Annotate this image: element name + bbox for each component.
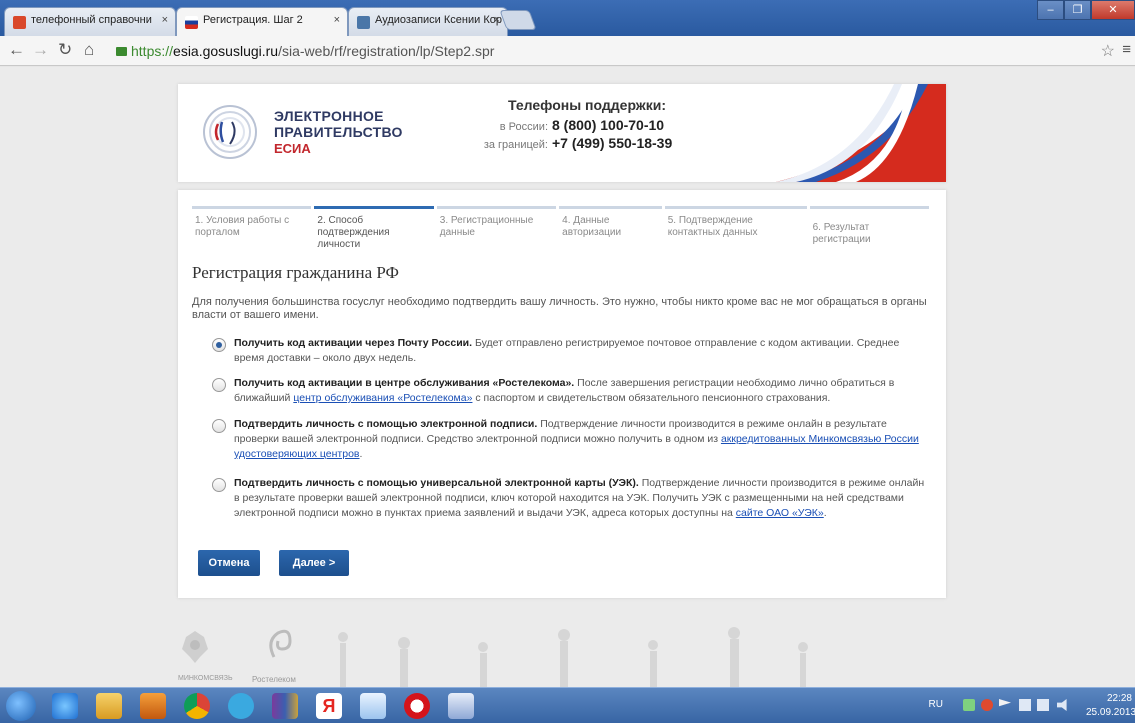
url-scheme: https://	[131, 43, 174, 59]
opera-icon[interactable]	[404, 693, 430, 719]
uec-site-link[interactable]: сайте ОАО «УЭК»	[736, 507, 824, 519]
esia-emblem-icon	[203, 105, 257, 159]
logo-text-line2: ПРАВИТЕЛЬСТВО	[274, 124, 403, 140]
close-tab-icon[interactable]: ×	[494, 14, 500, 26]
network-icon[interactable]	[963, 699, 975, 711]
logo-text-esia: ЕСИА	[274, 141, 311, 156]
radio-electronic-signature[interactable]	[212, 419, 226, 433]
coat-of-arms-icon[interactable]	[178, 627, 212, 665]
rostelecom-logo-icon[interactable]	[268, 627, 294, 667]
cancel-button[interactable]: Отмена	[198, 550, 260, 576]
option-electronic-signature[interactable]: Подтвердить личность с помощью электронн…	[208, 417, 928, 463]
step-3: 3. Регистрационные данные	[436, 206, 557, 246]
option-russian-post[interactable]: Получить код активации через Почту Росси…	[208, 336, 928, 366]
star-icon[interactable]: ☆	[1101, 41, 1115, 61]
tab-strip: телефонный справочни × Регистрация. Шаг …	[0, 0, 1135, 36]
phone-number: +7 (499) 550-18-39	[552, 135, 673, 151]
minimize-icon[interactable]: –	[1037, 0, 1064, 20]
russia-flag-favicon-icon	[185, 16, 198, 29]
intro-text: Для получения большинства госуслуг необх…	[192, 296, 927, 321]
new-tab-button[interactable]	[499, 10, 537, 30]
forward-icon[interactable]: →	[32, 40, 49, 60]
lock-icon	[116, 47, 127, 56]
support-phone-abroad: за границей: +7 (499) 550-18-39	[483, 135, 673, 151]
window-controls: – ❐ ✕	[1037, 0, 1135, 22]
word-icon[interactable]	[448, 693, 474, 719]
footer-logo1-text: МИНКОМСВЯЗЬ	[178, 675, 233, 682]
ie-icon[interactable]	[52, 693, 78, 719]
tab-title: телефонный справочни	[31, 14, 152, 26]
option-text: Подтвердить личность с помощью электронн…	[234, 418, 919, 460]
winrar-icon[interactable]	[272, 693, 298, 719]
step-4: 4. Данные авторизации	[559, 206, 662, 246]
clock[interactable]: 22:28 25.09.2013	[1086, 692, 1135, 720]
footer-silhouettes-decoration	[338, 627, 808, 687]
language-indicator[interactable]: RU	[929, 699, 943, 710]
maximize-icon[interactable]: ❐	[1064, 0, 1091, 20]
flag-tray-icon[interactable]	[999, 699, 1011, 707]
skype-icon[interactable]	[228, 693, 254, 719]
next-button[interactable]: Далее >	[279, 550, 349, 576]
radio-uec-card[interactable]	[212, 478, 226, 492]
close-icon[interactable]: ✕	[1091, 0, 1135, 20]
option-text: Подтвердить личность с помощью универсал…	[234, 477, 925, 519]
logo-text-line1: ЭЛЕКТРОННОЕ	[274, 108, 384, 124]
windows-taskbar: Я RU 22:28 25.09.2013	[0, 687, 1135, 723]
registration-card: 1. Условия работы с порталом 2. Способ п…	[178, 190, 946, 598]
address-bar[interactable]: https://esia.gosuslugi.ru/sia-web/rf/reg…	[116, 39, 1116, 63]
support-phone-russia: в России: 8 (800) 100-70-10	[499, 117, 665, 133]
yandex-icon[interactable]: Я	[316, 693, 342, 719]
yandex-favicon-icon	[13, 16, 26, 29]
back-icon[interactable]: ←	[8, 40, 25, 60]
windows-start-icon[interactable]	[6, 691, 36, 721]
tab-title: Регистрация. Шаг 2	[203, 14, 303, 26]
mail-icon[interactable]	[360, 693, 386, 719]
signal-icon[interactable]	[1037, 699, 1049, 711]
battery-icon[interactable]	[1019, 699, 1031, 711]
reload-icon[interactable]: ↻	[58, 40, 72, 60]
option-text: Получить код активации через Почту Росси…	[234, 337, 900, 364]
option-rostelecom-center[interactable]: Получить код активации в центре обслужив…	[208, 376, 928, 406]
url-path: /sia-web/rf/registration/lp/Step2.spr	[278, 43, 495, 59]
url-host: esia.gosuslugi.ru	[173, 43, 279, 59]
phone-number: 8 (800) 100-70-10	[552, 117, 665, 133]
explorer-icon[interactable]	[96, 693, 122, 719]
step-2-current: 2. Способ подтверждения личности	[314, 206, 434, 250]
flag-swoosh-decoration	[776, 84, 946, 182]
menu-icon[interactable]: ≡	[1122, 41, 1131, 58]
radio-rostelecom-center[interactable]	[212, 378, 226, 392]
support-title: Телефоны поддержки:	[508, 97, 667, 113]
option-text: Получить код активации в центре обслужив…	[234, 377, 895, 404]
page-content: ЭЛЕКТРОННОЕ ПРАВИТЕЛЬСТВО ЕСИА Телефоны …	[0, 67, 1135, 687]
site-header: ЭЛЕКТРОННОЕ ПРАВИТЕЛЬСТВО ЕСИА Телефоны …	[178, 84, 946, 182]
page-title: Регистрация гражданина РФ	[192, 263, 399, 282]
tab-audio-records[interactable]: Аудиозаписи Ксении Кор ×	[348, 7, 508, 36]
close-tab-icon[interactable]: ×	[162, 14, 168, 26]
media-icon[interactable]	[140, 693, 166, 719]
volume-icon[interactable]	[1057, 699, 1067, 711]
step-6: 6. Результат регистрации	[809, 206, 929, 246]
footer-logo2-text: Ростелеком	[252, 675, 296, 684]
tab-phone-directory[interactable]: телефонный справочни ×	[4, 7, 176, 36]
tab-registration-step2[interactable]: Регистрация. Шаг 2 ×	[176, 7, 348, 36]
step-5: 5. Подтверждение контактных данных	[664, 206, 807, 246]
close-tab-icon[interactable]: ×	[334, 14, 340, 26]
radio-russian-post[interactable]	[212, 338, 226, 352]
chrome-icon[interactable]	[184, 693, 210, 719]
vk-favicon-icon	[357, 16, 370, 29]
opera-tray-icon[interactable]	[981, 699, 993, 711]
step-1: 1. Условия работы с порталом	[192, 206, 312, 246]
home-icon[interactable]: ⌂	[84, 40, 94, 60]
option-uec-card[interactable]: Подтвердить личность с помощью универсал…	[208, 476, 928, 522]
browser-toolbar: ← → ↻ ⌂ https://esia.gosuslugi.ru/sia-we…	[0, 36, 1135, 66]
tab-title: Аудиозаписи Ксении Кор	[375, 14, 502, 26]
registration-steps: 1. Условия работы с порталом 2. Способ п…	[192, 206, 932, 250]
footer-logos: МИНКОМСВЯЗЬ Ростелеком	[178, 627, 318, 687]
rostelecom-center-link[interactable]: центр обслуживания «Ростелекома»	[293, 392, 472, 404]
